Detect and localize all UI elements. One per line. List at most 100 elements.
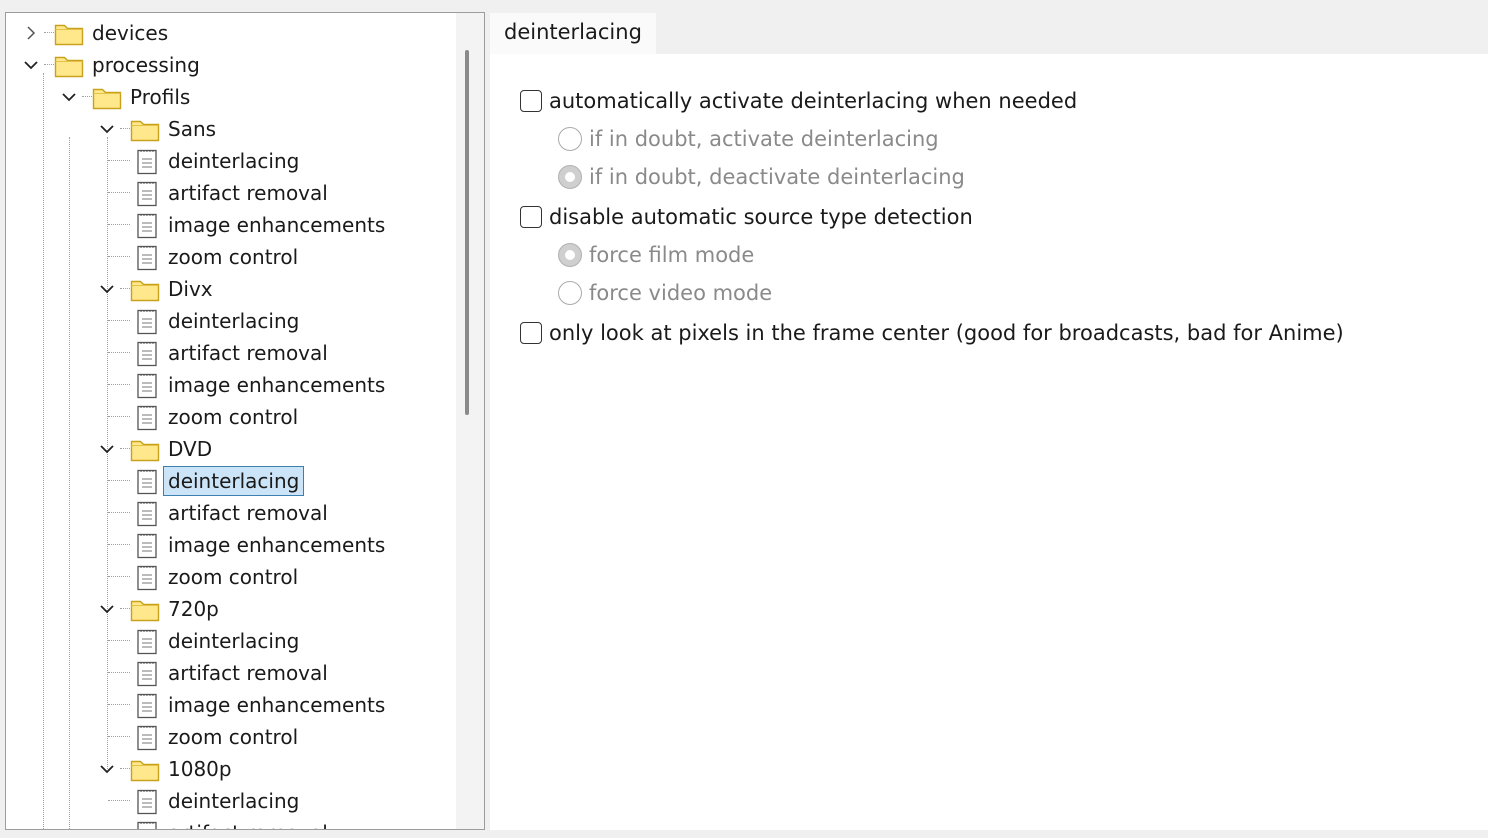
tree-connector-line xyxy=(82,96,92,97)
tree-item-label: DVD xyxy=(168,437,213,461)
tree-connector-line xyxy=(108,352,130,353)
tree-item-label: deinterlacing xyxy=(162,466,305,496)
tree-connector-line xyxy=(108,224,130,225)
tree-page-item[interactable]: artifact removal xyxy=(6,657,456,689)
tree-page-item[interactable]: artifact removal xyxy=(6,177,456,209)
page-icon xyxy=(136,372,158,403)
settings-tree: devices processing Profils Sans deinterlacin… xyxy=(6,13,456,829)
frame-center-option[interactable]: only look at pixels in the frame center … xyxy=(520,316,1344,350)
tree-page-item[interactable]: zoom control xyxy=(6,561,456,593)
page-icon xyxy=(136,340,158,371)
tree-connector-line xyxy=(108,576,130,577)
tree-scrollbar-thumb[interactable] xyxy=(465,50,469,415)
tree-item-label: 720p xyxy=(168,597,219,621)
force-video-option[interactable]: force video mode xyxy=(558,276,772,310)
tree-page-item[interactable]: deinterlacing xyxy=(6,145,456,177)
tree-connector-line xyxy=(120,608,130,609)
tree-folder-item[interactable]: 720p xyxy=(6,593,456,625)
chevron-down-icon[interactable] xyxy=(58,81,80,113)
tree-item-label: deinterlacing xyxy=(168,309,300,333)
tree-page-item[interactable]: image enhancements xyxy=(6,529,456,561)
chevron-down-icon[interactable] xyxy=(96,433,118,465)
tree-folder-item[interactable]: devices xyxy=(6,17,456,49)
page-icon xyxy=(136,788,158,819)
doubt-deactivate-radio[interactable] xyxy=(558,165,582,189)
tree-item-label: artifact removal xyxy=(168,501,328,525)
tree-item-label: Sans xyxy=(168,117,217,141)
tree-page-item[interactable]: deinterlacing xyxy=(6,785,456,817)
force-film-option[interactable]: force film mode xyxy=(558,238,754,272)
chevron-down-icon[interactable] xyxy=(20,49,42,81)
tree-connector-line xyxy=(108,672,130,673)
tree-folder-item[interactable]: DVD xyxy=(6,433,456,465)
tree-page-item[interactable]: deinterlacing xyxy=(6,305,456,337)
tree-item-label: processing xyxy=(92,53,200,77)
force-film-radio[interactable] xyxy=(558,243,582,267)
tree-connector-line xyxy=(120,768,130,769)
page-icon xyxy=(136,212,158,243)
page-icon xyxy=(136,308,158,339)
tree-item-label: artifact removal xyxy=(168,181,328,205)
tree-page-item[interactable]: deinterlacing xyxy=(6,465,456,497)
tree-item-label: Divx xyxy=(168,277,213,301)
frame-center-label: only look at pixels in the frame center … xyxy=(549,321,1344,345)
tree-panel: devices processing Profils Sans deinterlacin… xyxy=(5,12,485,830)
tree-item-label: zoom control xyxy=(168,565,299,589)
tree-connector-line xyxy=(108,736,130,737)
disable-detection-option[interactable]: disable automatic source type detection xyxy=(520,200,973,234)
tree-connector-line xyxy=(108,704,130,705)
folder-icon xyxy=(130,277,160,306)
disable-detection-checkbox[interactable] xyxy=(520,206,542,228)
tree-page-item[interactable]: zoom control xyxy=(6,721,456,753)
page-icon xyxy=(136,660,158,691)
tree-page-item[interactable]: image enhancements xyxy=(6,689,456,721)
tree-folder-item[interactable]: 1080p xyxy=(6,753,456,785)
tree-page-item[interactable]: image enhancements xyxy=(6,369,456,401)
tree-item-label: artifact removal xyxy=(168,341,328,365)
tree-page-item[interactable]: zoom control xyxy=(6,401,456,433)
tree-item-label: Profils xyxy=(130,85,191,109)
tree-item-label: deinterlacing xyxy=(168,629,300,653)
force-video-radio[interactable] xyxy=(558,281,582,305)
tree-connector-line xyxy=(108,640,130,641)
doubt-activate-radio[interactable] xyxy=(558,127,582,151)
tree-page-item[interactable]: zoom control xyxy=(6,241,456,273)
page-icon xyxy=(136,500,158,531)
tab-deinterlacing[interactable]: deinterlacing xyxy=(490,13,656,54)
tree-item-label: devices xyxy=(92,21,169,45)
tree-page-item[interactable]: artifact removal xyxy=(6,817,456,829)
doubt-deactivate-label: if in doubt, deactivate deinterlacing xyxy=(589,165,965,189)
auto-activate-option[interactable]: automatically activate deinterlacing whe… xyxy=(520,84,1077,118)
tree-item-label: image enhancements xyxy=(168,533,386,557)
tree-folder-item[interactable]: Divx xyxy=(6,273,456,305)
window-bottom-edge xyxy=(0,830,1488,838)
chevron-right-icon[interactable] xyxy=(20,17,42,49)
tree-folder-item[interactable]: processing xyxy=(6,49,456,81)
tree-folder-item[interactable]: Sans xyxy=(6,113,456,145)
tree-item-label: image enhancements xyxy=(168,213,386,237)
page-icon xyxy=(136,724,158,755)
tree-connector-line xyxy=(44,32,54,33)
frame-center-checkbox[interactable] xyxy=(520,322,542,344)
chevron-down-icon[interactable] xyxy=(96,593,118,625)
tree-folder-item[interactable]: Profils xyxy=(6,81,456,113)
disable-detection-label: disable automatic source type detection xyxy=(549,205,973,229)
chevron-down-icon[interactable] xyxy=(96,753,118,785)
tree-page-item[interactable]: deinterlacing xyxy=(6,625,456,657)
tree-page-item[interactable]: image enhancements xyxy=(6,209,456,241)
page-icon xyxy=(136,404,158,435)
tree-item-label: artifact removal xyxy=(168,661,328,685)
auto-activate-checkbox[interactable] xyxy=(520,90,542,112)
tree-item-label: artifact removal xyxy=(164,817,332,829)
auto-activate-label: automatically activate deinterlacing whe… xyxy=(549,89,1078,113)
tree-connector-line xyxy=(108,544,130,545)
tree-page-item[interactable]: artifact removal xyxy=(6,497,456,529)
tree-connector-line xyxy=(108,384,130,385)
tree-scrollbar[interactable] xyxy=(456,13,484,829)
folder-icon xyxy=(54,53,84,82)
chevron-down-icon[interactable] xyxy=(96,113,118,145)
doubt-deactivate-option[interactable]: if in doubt, deactivate deinterlacing xyxy=(558,160,965,194)
chevron-down-icon[interactable] xyxy=(96,273,118,305)
tree-page-item[interactable]: artifact removal xyxy=(6,337,456,369)
doubt-activate-option[interactable]: if in doubt, activate deinterlacing xyxy=(558,122,939,156)
